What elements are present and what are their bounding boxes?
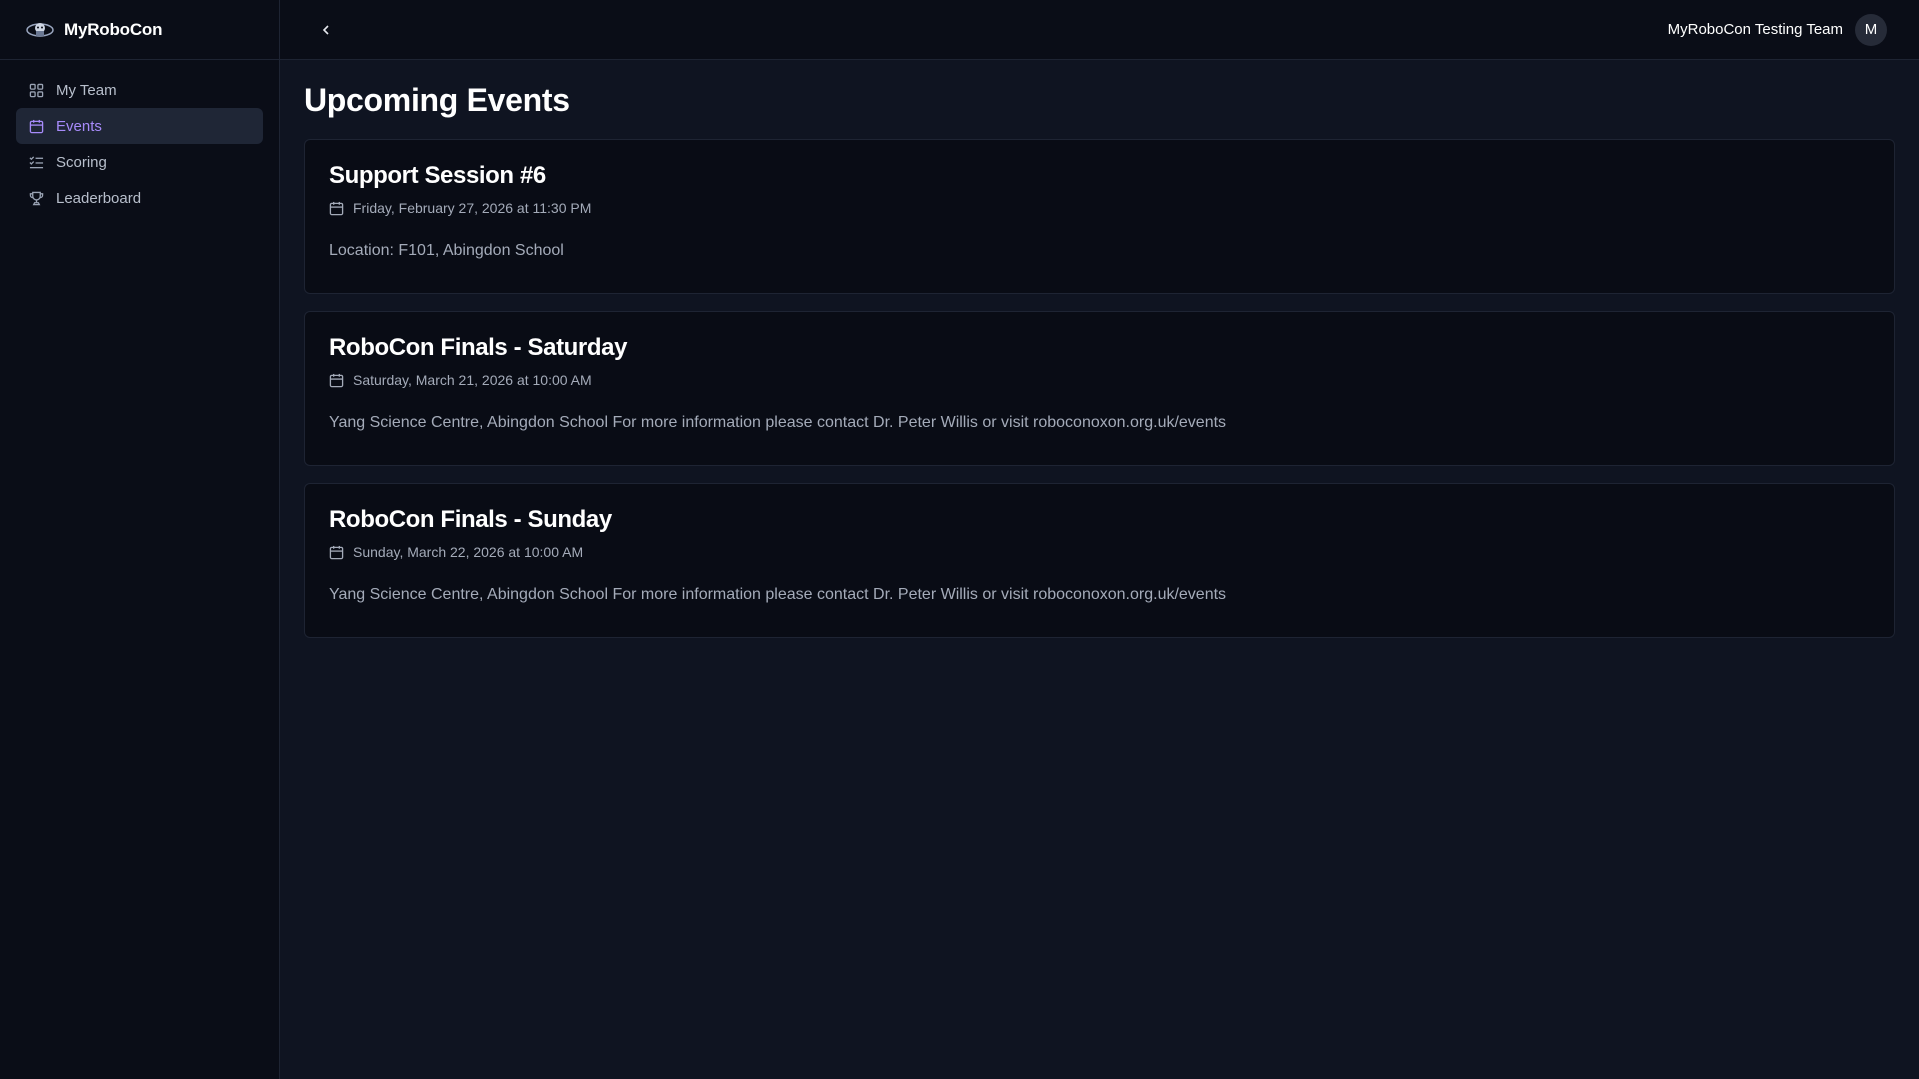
- main-content: Upcoming Events Support Session #6 Frida…: [280, 60, 1919, 1079]
- event-date-text: Sunday, March 22, 2026 at 10:00 AM: [353, 544, 584, 560]
- event-title: RoboCon Finals - Saturday: [329, 334, 628, 361]
- team-name: MyRoboCon Testing Team: [1667, 21, 1843, 38]
- event-card: RoboCon Finals - Saturday Saturday, Marc…: [304, 311, 1895, 466]
- calendar-icon: [329, 200, 345, 216]
- sidebar-item-label: Scoring: [56, 153, 107, 171]
- event-card: RoboCon Finals - Sunday Sunday, March 22…: [304, 483, 1895, 638]
- event-title: RoboCon Finals - Sunday: [329, 506, 612, 533]
- event-location: Yang Science Centre, Abingdon School For…: [329, 586, 1227, 603]
- sidebar-item-leaderboard[interactable]: Leaderboard: [16, 180, 263, 216]
- grid-icon: [28, 82, 44, 98]
- avatar[interactable]: M: [1855, 13, 1887, 46]
- page-title: Upcoming Events: [304, 82, 570, 118]
- event-date-text: Saturday, March 21, 2026 at 10:00 AM: [353, 372, 592, 388]
- sidebar-item-scoring[interactable]: Scoring: [16, 144, 263, 180]
- user-menu[interactable]: MyRoboCon Testing Team M: [1667, 13, 1887, 46]
- list-checks-icon: [28, 154, 44, 170]
- robocon-logo-icon: [24, 18, 56, 42]
- event-location: Yang Science Centre, Abingdon School For…: [329, 414, 1227, 431]
- chevron-left-icon[interactable]: [316, 20, 336, 40]
- brand-name: MyRoboCon: [64, 19, 163, 39]
- event-date: Saturday, March 21, 2026 at 10:00 AM: [329, 372, 1870, 388]
- calendar-icon: [329, 544, 345, 560]
- event-card: Support Session #6 Friday, February 27, …: [304, 139, 1895, 294]
- sidebar-nav: My Team Events Scoring Leaderboard: [0, 60, 279, 228]
- event-title: Support Session #6: [329, 162, 546, 189]
- event-date: Friday, February 27, 2026 at 11:30 PM: [329, 200, 1870, 216]
- event-date-text: Friday, February 27, 2026 at 11:30 PM: [353, 200, 592, 216]
- brand[interactable]: MyRoboCon: [0, 0, 279, 60]
- calendar-icon: [329, 372, 345, 388]
- sidebar: MyRoboCon My Team Events Scoring Leaderb…: [0, 0, 280, 1079]
- event-date: Sunday, March 22, 2026 at 10:00 AM: [329, 544, 1870, 560]
- sidebar-item-label: Leaderboard: [56, 189, 142, 207]
- sidebar-item-my-team[interactable]: My Team: [16, 72, 263, 108]
- sidebar-item-label: My Team: [56, 81, 117, 99]
- event-location: Location: F101, Abingdon School: [329, 242, 564, 259]
- sidebar-item-events[interactable]: Events: [16, 108, 263, 144]
- calendar-icon: [28, 118, 44, 134]
- sidebar-item-label: Events: [56, 117, 102, 135]
- trophy-icon: [28, 190, 44, 206]
- topbar: MyRoboCon Testing Team M: [280, 0, 1919, 60]
